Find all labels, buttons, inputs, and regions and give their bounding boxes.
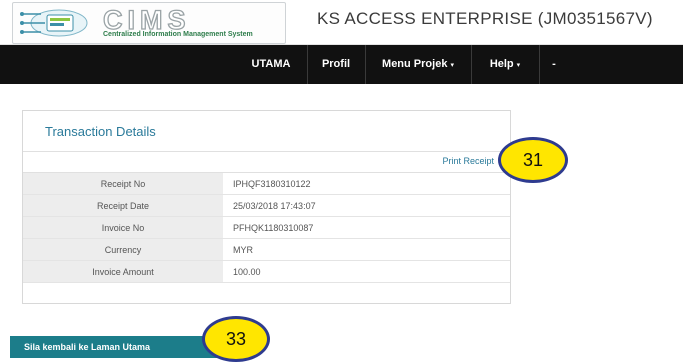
row-label: Invoice No bbox=[23, 216, 223, 239]
nav-help[interactable]: Help ▾ bbox=[476, 45, 534, 84]
nav-menu-projek-label: Menu Projek bbox=[382, 58, 448, 70]
nav-divider bbox=[539, 45, 540, 84]
details-table: Receipt No IPHQF3180310122 Receipt Date … bbox=[23, 173, 510, 283]
row-value: PFHQK1180310087 bbox=[223, 216, 510, 239]
row-value: 100.00 bbox=[223, 260, 510, 283]
print-row: Print Receipt bbox=[23, 152, 510, 173]
row-value: MYR bbox=[223, 238, 510, 261]
nav-user-label: - bbox=[552, 58, 556, 70]
nav-help-label: Help bbox=[489, 58, 514, 70]
panel-header: Transaction Details bbox=[23, 111, 510, 152]
row-label: Receipt Date bbox=[23, 194, 223, 217]
logo-subtitle: Centralized Information Management Syste… bbox=[103, 31, 253, 38]
table-row: Invoice Amount 100.00 bbox=[23, 260, 510, 283]
print-receipt-link[interactable]: Print Receipt bbox=[442, 156, 494, 166]
row-label: Receipt No bbox=[23, 173, 223, 195]
main-navbar: UTAMA Profil Menu Projek ▾ Help ▾ - bbox=[0, 45, 683, 84]
nav-divider bbox=[307, 45, 308, 84]
table-row: Invoice No PFHQK1180310087 bbox=[23, 216, 510, 239]
transaction-details-panel: Transaction Details Print Receipt Receip… bbox=[22, 110, 511, 304]
nav-profil-label: Profil bbox=[321, 58, 351, 70]
nav-utama-label: UTAMA bbox=[251, 58, 291, 70]
circuit-logo-icon bbox=[20, 9, 88, 37]
row-value: 25/03/2018 17:43:07 bbox=[223, 194, 510, 217]
row-value: IPHQF3180310122 bbox=[223, 173, 510, 195]
chevron-down-icon: ▾ bbox=[450, 62, 454, 69]
header: CIMS Centralized Information Management … bbox=[0, 0, 683, 45]
panel-title: Transaction Details bbox=[45, 124, 156, 139]
annotation-callout: 33 bbox=[202, 316, 270, 362]
company-name: KS ACCESS ENTERPRISE (JM0351567V) bbox=[317, 9, 653, 28]
table-row: Currency MYR bbox=[23, 238, 510, 261]
cims-logo[interactable]: CIMS Centralized Information Management … bbox=[12, 2, 286, 44]
nav-menu-projek[interactable]: Menu Projek ▾ bbox=[370, 45, 466, 84]
nav-profil[interactable]: Profil bbox=[312, 45, 360, 84]
nav-user-menu[interactable]: - bbox=[544, 45, 564, 84]
nav-divider bbox=[471, 45, 472, 84]
nav-divider bbox=[365, 45, 366, 84]
table-row: Receipt Date 25/03/2018 17:43:07 bbox=[23, 194, 510, 217]
row-label: Currency bbox=[23, 238, 223, 261]
annotation-callout: 31 bbox=[498, 137, 568, 183]
nav-utama[interactable]: UTAMA bbox=[240, 45, 302, 84]
back-to-home-button[interactable]: Sila kembali ke Laman Utama bbox=[10, 336, 218, 358]
chevron-down-icon: ▾ bbox=[516, 62, 521, 69]
table-row: Receipt No IPHQF3180310122 bbox=[23, 173, 510, 195]
row-label: Invoice Amount bbox=[23, 260, 223, 283]
